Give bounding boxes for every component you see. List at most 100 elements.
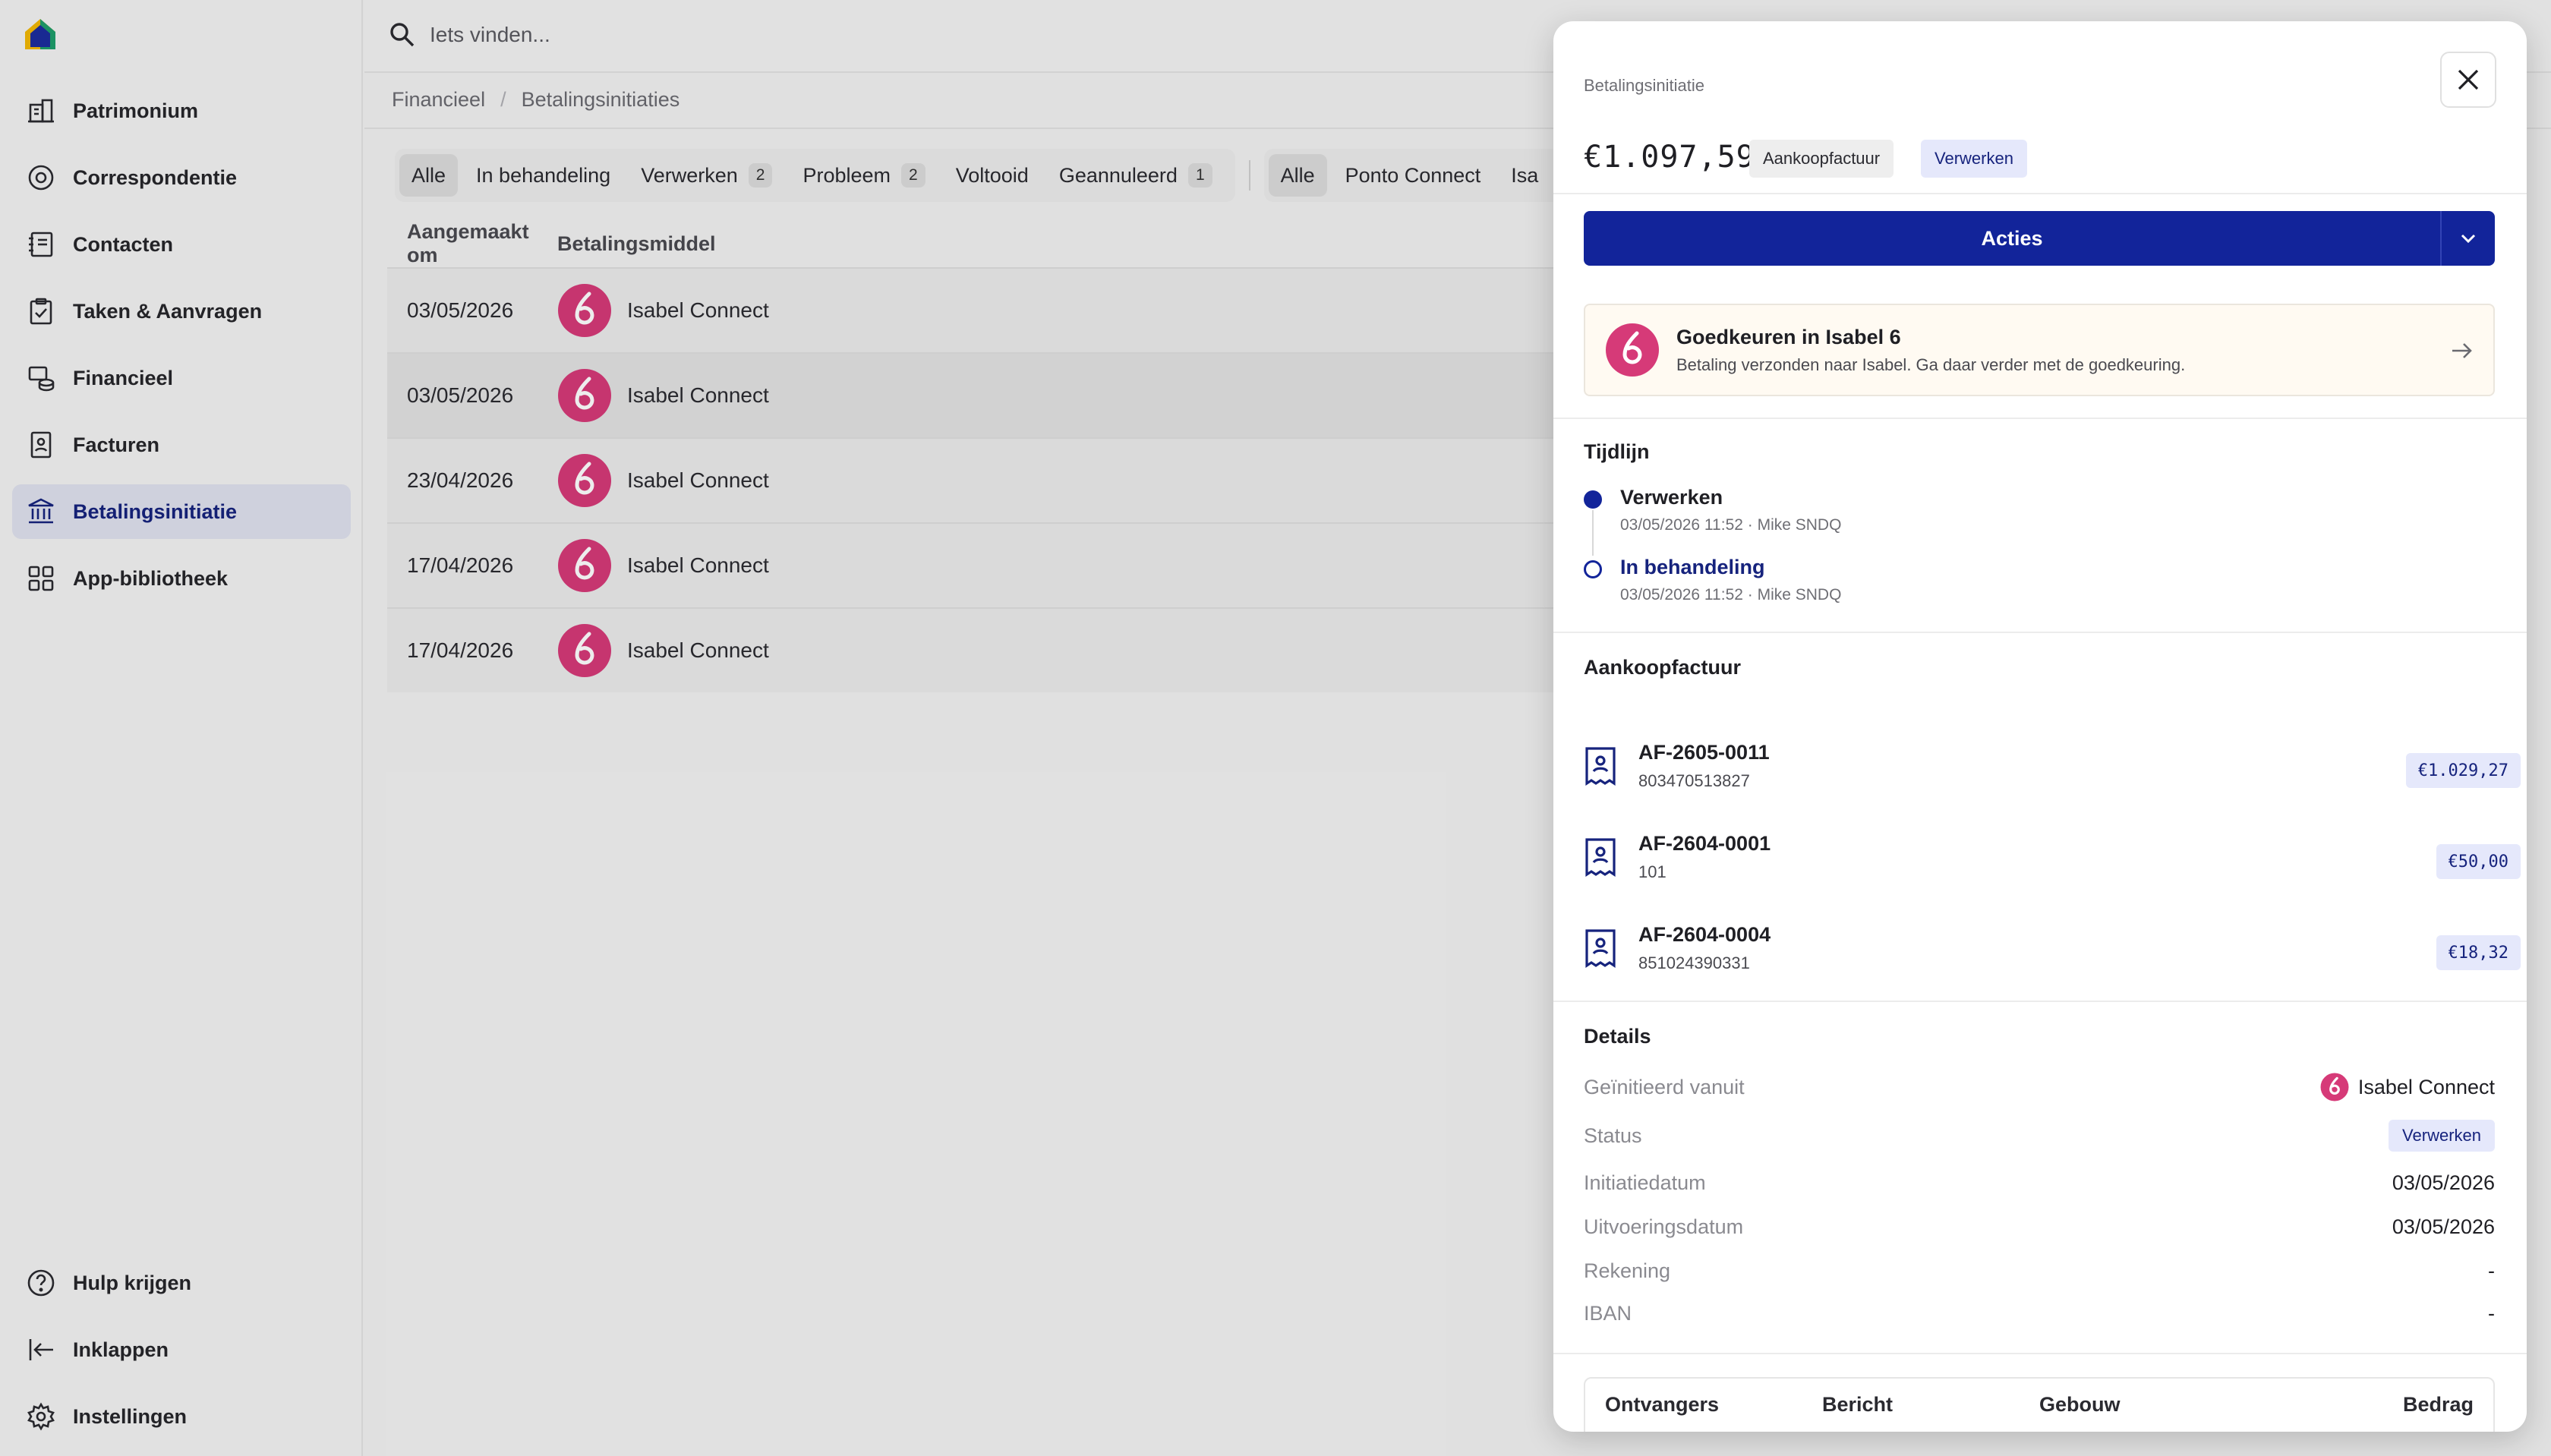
filter-status-geannuleerd[interactable]: Geannuleerd 1 <box>1047 154 1225 197</box>
breadcrumb-separator: / <box>500 88 506 111</box>
method-label: Isabel Connect <box>627 298 769 322</box>
table-row[interactable]: 23/04/2026 Isabel Connect <box>387 437 1708 522</box>
table-row[interactable]: 03/05/2026 Isabel Connect <box>387 352 1708 437</box>
sidebar-item-financieel[interactable]: Financieel <box>12 351 351 405</box>
sidebar-item-patrimonium[interactable]: Patrimonium <box>12 84 351 138</box>
column-header-building: Gebouw <box>2039 1392 2121 1416</box>
sidebar-item-label: App-bibliotheek <box>73 566 228 590</box>
table-row[interactable]: 17/04/2026 Isabel Connect <box>387 607 1708 692</box>
detail-label: Status <box>1584 1124 1642 1147</box>
sidebar-item-label: Correspondentie <box>73 165 238 189</box>
breadcrumb: Financieel / Betalingsinitiaties <box>392 88 680 112</box>
filter-bar: Alle In behandeling Verwerken 2 Probleem 2… <box>395 149 1562 202</box>
sidebar-item-correspondentie[interactable]: Correspondentie <box>12 150 351 205</box>
sidebar-nav: Patrimonium Correspondentie Contacten Ta… <box>12 84 351 618</box>
column-header-date[interactable]: Aangemaakt om <box>387 220 557 267</box>
breadcrumb-parent[interactable]: Financieel <box>392 88 485 112</box>
detail-value: 03/05/2026 <box>2392 1171 2495 1194</box>
search-input[interactable] <box>430 15 961 55</box>
timeline-dot-current <box>1584 490 1602 509</box>
type-tag: Aankoopfactuur <box>1749 140 1894 178</box>
sidebar-item-betalingsinitiatie[interactable]: Betalingsinitiatie <box>12 484 351 539</box>
sidebar-item-app-bibliotheek[interactable]: App-bibliotheek <box>12 551 351 606</box>
filter-status-in-behandeling[interactable]: In behandeling <box>464 154 623 197</box>
help-icon <box>24 1266 58 1300</box>
table-row[interactable]: 03/05/2026 Isabel Connect <box>387 267 1708 352</box>
sidebar-item-label: Betalingsinitiatie <box>73 500 238 523</box>
receipt-icon <box>1585 747 1616 786</box>
invoice-reference: 803470513827 <box>1638 771 1750 790</box>
filter-status-verwerken[interactable]: Verwerken 2 <box>629 154 784 197</box>
callout-title: Goedkeuren in Isabel 6 <box>1676 325 1901 348</box>
sidebar: Patrimonium Correspondentie Contacten Ta… <box>0 0 363 1456</box>
sidebar-item-hulp[interactable]: Hulp krijgen <box>12 1256 351 1310</box>
grid-icon <box>24 562 58 595</box>
actions-dropdown-toggle[interactable] <box>2440 211 2495 266</box>
divider <box>1553 418 2527 419</box>
sidebar-item-taken[interactable]: Taken & Aanvragen <box>12 284 351 339</box>
timeline-title: Tijdlijn <box>1584 440 1650 463</box>
app-logo-icon[interactable] <box>23 17 58 52</box>
table-row[interactable]: 17/04/2026 Isabel Connect <box>387 522 1708 607</box>
invoice-number: AF-2604-0001 <box>1638 832 1771 855</box>
chevron-down-icon <box>2461 234 2476 244</box>
gear-icon <box>24 1400 58 1433</box>
payments-table: Aangemaakt om Betalingsmiddel 03/05/2026… <box>387 220 1708 692</box>
isabel-logo-icon <box>558 539 611 592</box>
method-label: Isabel Connect <box>627 553 769 577</box>
invoice-item[interactable]: AF-2605-0011 803470513827 €1.029,27 <box>1584 735 2521 803</box>
row-method: Isabel Connect <box>557 368 769 423</box>
method-label: Isabel Connect <box>627 638 769 662</box>
status-filter-group: Alle In behandeling Verwerken 2 Probleem 2… <box>395 149 1235 202</box>
sidebar-item-contacten[interactable]: Contacten <box>12 217 351 272</box>
detail-label: Geïnitieerd vanuit <box>1584 1075 1745 1098</box>
timeline-line <box>1592 510 1594 556</box>
clipboard-check-icon <box>24 295 58 328</box>
divider <box>1553 193 2527 194</box>
count-badge: 2 <box>748 163 773 188</box>
isabel-logo-icon <box>558 624 611 677</box>
source-filter-group: Alle Ponto Connect Isa <box>1263 149 1562 202</box>
divider <box>1553 1001 2527 1002</box>
invoice-item[interactable]: AF-2604-0004 851024390331 €18,32 <box>1584 917 2521 985</box>
invoice-reference: 851024390331 <box>1638 953 1750 972</box>
sidebar-item-instellingen[interactable]: Instellingen <box>12 1389 351 1444</box>
timeline-item-meta: 03/05/2026 11:52 · Mike SNDQ <box>1620 516 1842 534</box>
receipt-icon <box>1585 838 1616 877</box>
sidebar-bottom-nav: Hulp krijgen Inklappen Instellingen <box>12 1256 351 1456</box>
detail-status: Status Verwerken <box>1584 1119 2495 1152</box>
isabel-approval-callout[interactable]: Goedkeuren in Isabel 6 Betaling verzonde… <box>1584 304 2495 396</box>
column-header-method[interactable]: Betalingsmiddel <box>557 232 716 256</box>
status-badge: Verwerken <box>1921 140 2027 178</box>
filter-source-all[interactable]: Alle <box>1268 154 1327 197</box>
sidebar-item-label: Contacten <box>73 232 174 256</box>
column-header-message: Bericht <box>1822 1392 1894 1416</box>
invoice-item[interactable]: AF-2604-0001 101 €50,00 <box>1584 826 2521 894</box>
detail-initiation-date: Initiatiedatum 03/05/2026 <box>1584 1166 2495 1199</box>
sidebar-item-label: Hulp krijgen <box>73 1271 192 1294</box>
isabel-logo-icon <box>558 369 611 422</box>
filter-source-ponto[interactable]: Ponto Connect <box>1333 154 1493 197</box>
sidebar-item-facturen[interactable]: Facturen <box>12 418 351 472</box>
isabel-logo-icon <box>1606 323 1659 377</box>
isabel-logo-icon <box>558 454 611 507</box>
method-label: Isabel Connect <box>627 383 769 407</box>
row-date: 23/04/2026 <box>407 468 514 492</box>
close-button[interactable] <box>2440 52 2496 108</box>
timeline-item-title: In behandeling <box>1620 556 1765 578</box>
row-method: Isabel Connect <box>557 453 769 508</box>
sidebar-item-label: Financieel <box>73 366 174 389</box>
filter-status-all[interactable]: Alle <box>399 154 459 197</box>
invoice-reference: 101 <box>1638 862 1667 881</box>
sidebar-item-inklappen[interactable]: Inklappen <box>12 1322 351 1377</box>
actions-button[interactable]: Acties <box>1584 211 2495 266</box>
recipients-header: Ontvangers Bericht Gebouw Bedrag <box>1585 1379 2493 1430</box>
detail-account: Rekening - <box>1584 1254 2495 1287</box>
detail-iban: IBAN - <box>1584 1297 2495 1330</box>
breadcrumb-current: Betalingsinitiaties <box>521 88 680 111</box>
filter-source-isabel[interactable]: Isa <box>1499 154 1550 197</box>
invoice-number: AF-2605-0011 <box>1638 741 1770 764</box>
filter-status-probleem[interactable]: Probleem 2 <box>790 154 937 197</box>
sidebar-item-label: Facturen <box>73 433 160 456</box>
filter-status-voltooid[interactable]: Voltooid <box>944 154 1041 197</box>
